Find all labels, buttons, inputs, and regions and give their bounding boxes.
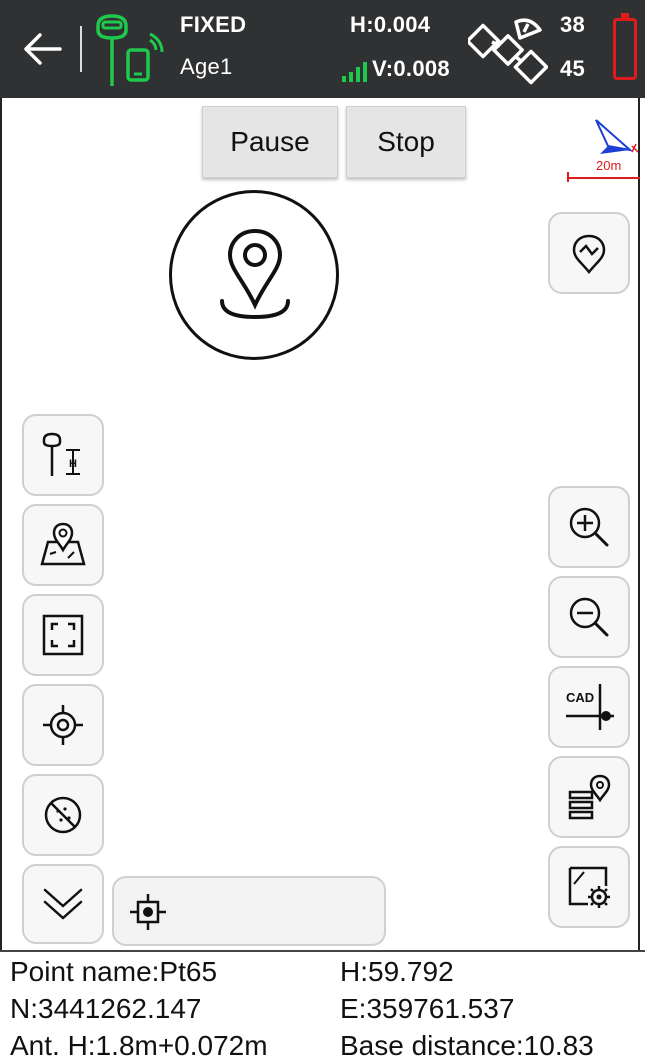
path-point-icon — [572, 234, 606, 274]
point-name: Point name:Pt65 — [10, 956, 218, 987]
antenna-height: Ant. H:1.8m+0.072m — [10, 1030, 268, 1061]
antenna-height-button[interactable]: H — [22, 414, 104, 496]
fullscreen-button[interactable] — [22, 594, 104, 676]
svg-text:CAD: CAD — [566, 690, 594, 705]
fullscreen-icon — [42, 614, 84, 656]
target-point-icon — [130, 894, 166, 930]
solution-status: FIXED — [180, 12, 247, 37]
map-settings-button[interactable] — [548, 846, 630, 928]
scale-label: 20m — [596, 158, 622, 173]
stop-button[interactable]: Stop — [346, 106, 466, 178]
north-scale-indicator: 20m — [566, 116, 640, 188]
locate-icon — [43, 705, 83, 745]
zoom-out-button[interactable] — [548, 576, 630, 658]
zoom-out-icon — [569, 597, 609, 637]
hide-points-icon — [44, 796, 82, 834]
battery-icon — [613, 13, 637, 80]
pause-button[interactable]: Pause — [202, 106, 338, 178]
path-point-button[interactable] — [548, 212, 630, 294]
cad-button[interactable]: CAD — [548, 666, 630, 748]
stakeout-target-button[interactable] — [169, 190, 339, 360]
cad-icon: CAD — [566, 684, 614, 730]
status-bar: FIXED Age1 H:0.004 V:0.008 38 45 — [0, 0, 645, 98]
point-height: H:59.792 — [340, 956, 454, 987]
layer-points-icon — [568, 774, 611, 820]
back-button[interactable] — [18, 24, 68, 74]
zoom-in-button[interactable] — [548, 486, 630, 568]
map-point-icon — [40, 522, 86, 566]
base-distance: Base distance:10.83 — [340, 1030, 594, 1061]
v-precision: V:0.008 — [372, 56, 450, 81]
expand-tools-button[interactable] — [22, 864, 104, 944]
satellite-icon — [465, 18, 549, 85]
layer-points-button[interactable] — [548, 756, 630, 838]
correction-age: Age1 — [180, 54, 233, 79]
satellite-button[interactable] — [465, 12, 549, 88]
zoom-in-icon — [569, 507, 609, 547]
signal-strength-icon — [342, 62, 367, 82]
locate-button[interactable] — [22, 684, 104, 766]
svg-text:H: H — [69, 458, 77, 470]
north-arrow-icon — [567, 119, 640, 182]
receiver-button[interactable] — [90, 10, 164, 90]
expand-down-icon — [43, 888, 83, 920]
easting: E:359761.537 — [340, 993, 515, 1024]
divider — [80, 26, 82, 72]
northing: N:3441262.147 — [10, 993, 202, 1024]
satellites-tracked: 45 — [560, 56, 586, 81]
satellites-used: 38 — [560, 12, 586, 37]
map-point-button[interactable] — [22, 504, 104, 586]
point-input-bar[interactable] — [112, 876, 386, 946]
location-pin-icon — [220, 228, 290, 320]
map-settings-icon — [568, 866, 610, 908]
point-info-panel: Point name:Pt65 H:59.792 N:3441262.147 E… — [0, 950, 645, 1063]
hide-points-button[interactable] — [22, 774, 104, 856]
h-precision: H:0.004 — [350, 12, 431, 37]
antenna-height-icon: H — [42, 432, 80, 476]
gnss-receiver-icon — [96, 14, 164, 86]
back-arrow-icon — [24, 33, 62, 65]
